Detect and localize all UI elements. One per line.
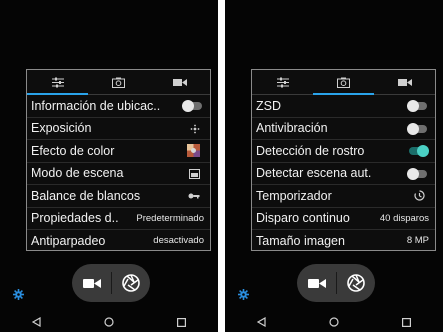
white-balance-icon bbox=[188, 193, 200, 199]
home-icon bbox=[329, 317, 339, 327]
setting-value: 40 disparos bbox=[379, 212, 429, 224]
video-mode-icon bbox=[82, 278, 101, 288]
shutter-button[interactable] bbox=[336, 264, 375, 302]
camera-icon bbox=[337, 77, 350, 88]
face-detection-toggle[interactable] bbox=[409, 145, 429, 157]
setting-row-scene-mode[interactable]: Modo de escena bbox=[27, 163, 210, 185]
color-effect-icon bbox=[187, 144, 200, 157]
setting-row-auto-scene[interactable]: Detectar escena aut. bbox=[252, 163, 435, 185]
camera-screen-right: ZSD Antivibración Detección de rostro De… bbox=[225, 0, 443, 332]
settings-tabs bbox=[252, 70, 435, 95]
settings-button[interactable] bbox=[238, 287, 249, 305]
capture-controls bbox=[297, 264, 375, 302]
setting-value: Predeterminado bbox=[136, 212, 204, 224]
setting-row-timer[interactable]: Temporizador bbox=[252, 185, 435, 208]
setting-row-zsd[interactable]: ZSD bbox=[252, 95, 435, 118]
setting-row-location[interactable]: Información de ubicac.. bbox=[27, 95, 210, 118]
tab-photo-settings[interactable] bbox=[88, 70, 149, 94]
setting-label: Efecto de color bbox=[31, 143, 115, 158]
setting-label: Exposición bbox=[31, 121, 92, 136]
gear-icon bbox=[238, 289, 249, 300]
setting-value: 8 MP bbox=[406, 235, 429, 247]
timer-icon bbox=[414, 190, 425, 201]
nav-recents-button[interactable] bbox=[387, 312, 427, 332]
setting-label: Antiparpadeo bbox=[31, 233, 106, 248]
setting-row-face-detection[interactable]: Detección de rostro bbox=[252, 140, 435, 163]
setting-label: ZSD bbox=[256, 98, 281, 113]
setting-row-properties[interactable]: Propiedades d.. Predeterminado bbox=[27, 208, 210, 230]
navigation-bar bbox=[0, 312, 218, 332]
setting-label: Tamaño imagen bbox=[256, 233, 345, 248]
shutter-button[interactable] bbox=[111, 264, 150, 302]
video-mode-button[interactable] bbox=[297, 264, 336, 302]
settings-button[interactable] bbox=[13, 287, 24, 305]
camera-icon bbox=[112, 77, 125, 88]
video-icon bbox=[397, 78, 412, 86]
setting-label: Modo de escena bbox=[31, 166, 124, 181]
setting-row-antishake[interactable]: Antivibración bbox=[252, 118, 435, 140]
recents-icon bbox=[177, 317, 187, 327]
settings-panel: Información de ubicac.. Exposición Efect… bbox=[26, 69, 211, 251]
sliders-icon bbox=[51, 77, 64, 87]
setting-label: Información de ubicac.. bbox=[31, 98, 161, 113]
setting-label: Detectar escena aut. bbox=[256, 166, 372, 181]
zsd-toggle[interactable] bbox=[407, 100, 427, 112]
back-icon bbox=[256, 317, 266, 327]
auto-scene-toggle[interactable] bbox=[407, 167, 427, 180]
settings-tabs bbox=[27, 70, 210, 95]
capture-controls bbox=[72, 264, 150, 302]
setting-row-burst[interactable]: Disparo continuo 40 disparos bbox=[252, 208, 435, 230]
shutter-icon bbox=[121, 274, 140, 292]
sliders-icon bbox=[276, 77, 289, 87]
location-toggle[interactable] bbox=[182, 100, 202, 112]
exposure-icon bbox=[190, 124, 200, 133]
setting-label: Temporizador bbox=[256, 188, 332, 203]
camera-screen-left: Información de ubicac.. Exposición Efect… bbox=[0, 0, 218, 332]
tab-general-settings[interactable] bbox=[27, 70, 88, 94]
tab-video-settings[interactable] bbox=[374, 70, 435, 94]
back-icon bbox=[31, 317, 41, 327]
tab-video-settings[interactable] bbox=[149, 70, 210, 94]
home-icon bbox=[104, 317, 114, 327]
tab-photo-settings[interactable] bbox=[313, 70, 374, 94]
tab-general-settings[interactable] bbox=[252, 70, 313, 94]
gear-icon bbox=[13, 289, 24, 300]
antishake-toggle[interactable] bbox=[407, 122, 427, 135]
nav-home-button[interactable] bbox=[89, 312, 129, 332]
nav-recents-button[interactable] bbox=[162, 312, 202, 332]
recents-icon bbox=[402, 317, 412, 327]
nav-back-button[interactable] bbox=[241, 312, 281, 332]
setting-row-antiflicker[interactable]: Antiparpadeo desactivado bbox=[27, 230, 210, 250]
shutter-icon bbox=[346, 274, 365, 292]
navigation-bar bbox=[225, 312, 443, 332]
scene-mode-icon bbox=[189, 168, 200, 179]
video-mode-icon bbox=[307, 278, 326, 288]
setting-row-image-size[interactable]: Tamaño imagen 8 MP bbox=[252, 230, 435, 250]
setting-label: Propiedades d.. bbox=[31, 211, 119, 226]
setting-row-color-effect[interactable]: Efecto de color bbox=[27, 140, 210, 163]
setting-label: Balance de blancos bbox=[31, 188, 141, 203]
setting-label: Detección de rostro bbox=[256, 143, 365, 158]
setting-row-white-balance[interactable]: Balance de blancos bbox=[27, 185, 210, 208]
video-icon bbox=[172, 78, 187, 86]
settings-panel: ZSD Antivibración Detección de rostro De… bbox=[251, 69, 436, 251]
nav-home-button[interactable] bbox=[314, 312, 354, 332]
setting-value: desactivado bbox=[153, 235, 204, 247]
setting-label: Antivibración bbox=[256, 121, 328, 136]
nav-back-button[interactable] bbox=[16, 312, 56, 332]
setting-label: Disparo continuo bbox=[256, 211, 350, 226]
video-mode-button[interactable] bbox=[72, 264, 111, 302]
setting-row-exposure[interactable]: Exposición bbox=[27, 118, 210, 140]
